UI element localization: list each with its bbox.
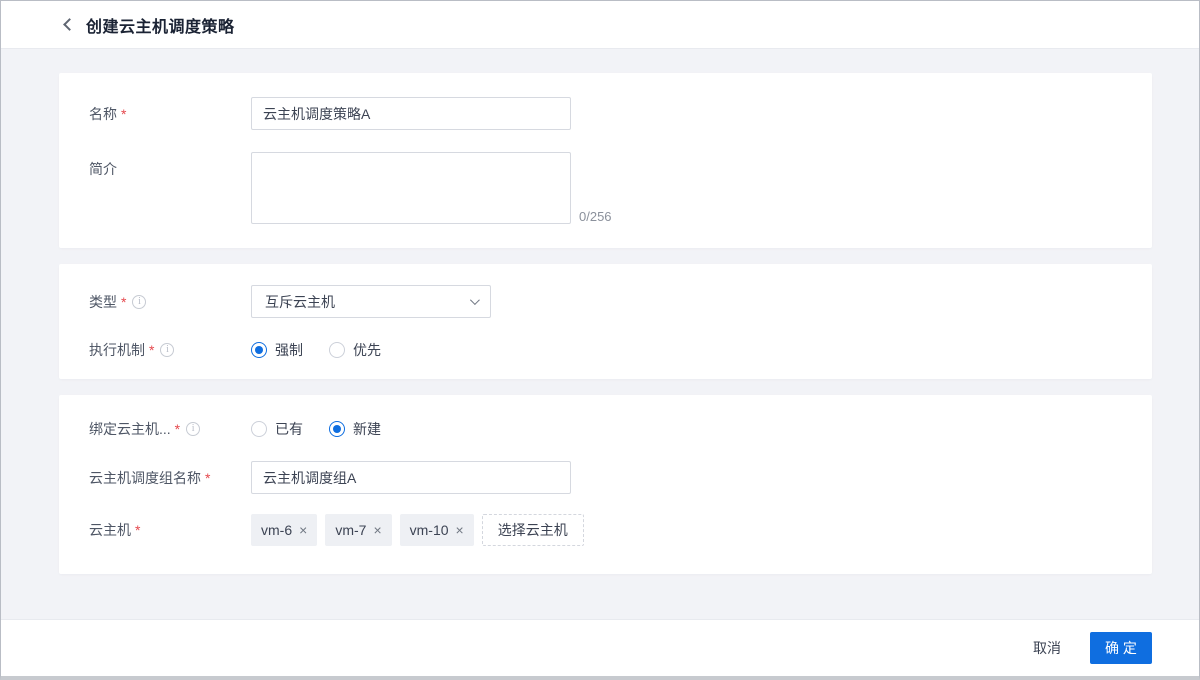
required-asterisk: * [135, 522, 141, 538]
chevron-left-icon [62, 18, 76, 31]
bind-group-radio-group: 已有 新建 [251, 419, 381, 439]
radio-mechanism-force[interactable]: 强制 [251, 340, 303, 360]
type-card: 类型 * 互斥云主机 执行机制 * 强制 [59, 264, 1152, 379]
type-row: 类型 * 互斥云主机 [89, 285, 1122, 318]
name-label: 名称 * [89, 105, 127, 122]
remove-tag-icon[interactable]: × [456, 523, 464, 537]
remove-tag-icon[interactable]: × [299, 523, 307, 537]
cancel-button[interactable]: 取消 [1029, 632, 1065, 664]
host-tag: vm-10 × [399, 514, 474, 546]
create-scheduling-policy-page: 创建云主机调度策略 名称 * 简介 0/256 [0, 0, 1200, 680]
bind-group-card: 绑定云主机... * 已有 新建 云主机调度组名 [59, 395, 1152, 574]
radio-mechanism-priority[interactable]: 优先 [329, 340, 381, 360]
bind-group-label: 绑定云主机... * [89, 419, 251, 439]
form-content: 名称 * 简介 0/256 类型 * [1, 49, 1199, 619]
info-icon[interactable] [160, 343, 175, 357]
selected-hosts: vm-6 × vm-7 × vm-10 × 选择云主机 [251, 514, 584, 546]
mechanism-label: 执行机制 * [89, 340, 251, 360]
host-tag: vm-6 × [251, 514, 318, 546]
group-name-input[interactable] [251, 461, 571, 494]
page-title: 创建云主机调度策略 [86, 18, 235, 36]
intro-textarea[interactable] [251, 152, 571, 224]
radio-icon [329, 421, 345, 437]
mechanism-row: 执行机制 * 强制 优先 [89, 340, 1122, 360]
required-asterisk: * [205, 469, 211, 486]
remove-tag-icon[interactable]: × [373, 523, 381, 537]
group-name-label: 云主机调度组名称 * [89, 469, 211, 486]
select-hosts-button[interactable]: 选择云主机 [481, 514, 584, 546]
action-footer: 取消 确 定 [1, 619, 1199, 676]
intro-label: 简介 [89, 161, 117, 177]
hosts-label: 云主机 * [89, 522, 141, 538]
required-asterisk: * [174, 421, 181, 437]
radio-icon [251, 342, 267, 358]
name-input[interactable] [251, 97, 571, 130]
back-button[interactable] [60, 16, 78, 34]
chevron-down-icon [469, 295, 480, 306]
info-icon[interactable] [132, 294, 147, 309]
type-select[interactable]: 互斥云主机 [251, 285, 491, 318]
required-asterisk: * [149, 342, 155, 358]
type-label: 类型 * [89, 292, 251, 312]
required-asterisk: * [121, 293, 127, 310]
info-icon[interactable] [186, 422, 201, 436]
intro-field: 0/256 [251, 152, 612, 224]
radio-new-group[interactable]: 新建 [329, 419, 381, 439]
radio-existing-group[interactable]: 已有 [251, 419, 303, 439]
char-counter: 0/256 [579, 209, 612, 224]
confirm-button[interactable]: 确 定 [1090, 632, 1152, 664]
required-asterisk: * [121, 105, 127, 122]
page-header: 创建云主机调度策略 [1, 1, 1199, 49]
mechanism-radio-group: 强制 优先 [251, 340, 381, 360]
basic-info-card: 名称 * 简介 0/256 [59, 73, 1152, 248]
hosts-row: 云主机 * vm-6 × vm-7 × vm-10 × 选择云主机 [89, 514, 1122, 546]
radio-icon [251, 421, 267, 437]
type-select-value: 互斥云主机 [265, 293, 335, 310]
group-name-row: 云主机调度组名称 * [89, 461, 1122, 494]
radio-icon [329, 342, 345, 358]
bind-group-row: 绑定云主机... * 已有 新建 [89, 419, 1122, 439]
host-tag: vm-7 × [325, 514, 392, 546]
name-row: 名称 * [89, 97, 1122, 130]
intro-row: 简介 0/256 [89, 152, 1122, 224]
